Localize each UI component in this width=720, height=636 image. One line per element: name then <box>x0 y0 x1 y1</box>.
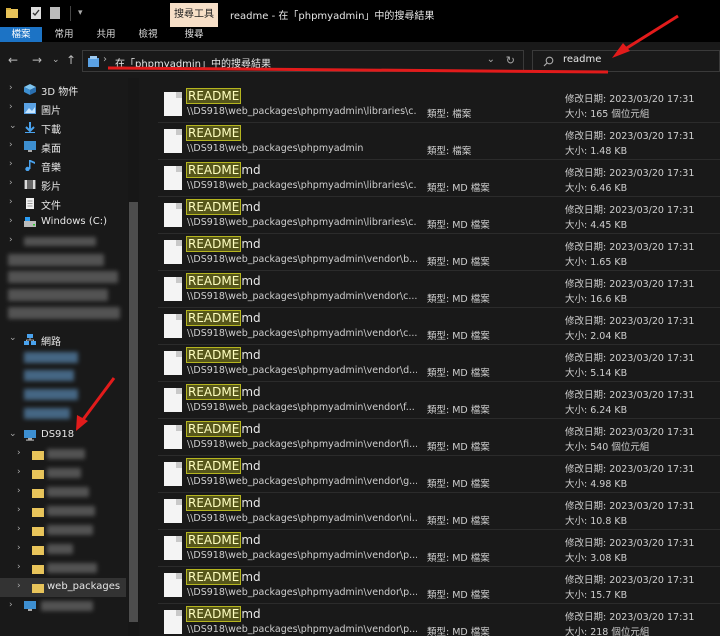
annotation-underline <box>107 66 609 74</box>
annotation-arrow-search <box>621 14 679 53</box>
annotation-arrow-ds918 <box>80 377 116 422</box>
annotation-overlay <box>76 14 679 431</box>
arrowhead-icon <box>612 43 630 58</box>
